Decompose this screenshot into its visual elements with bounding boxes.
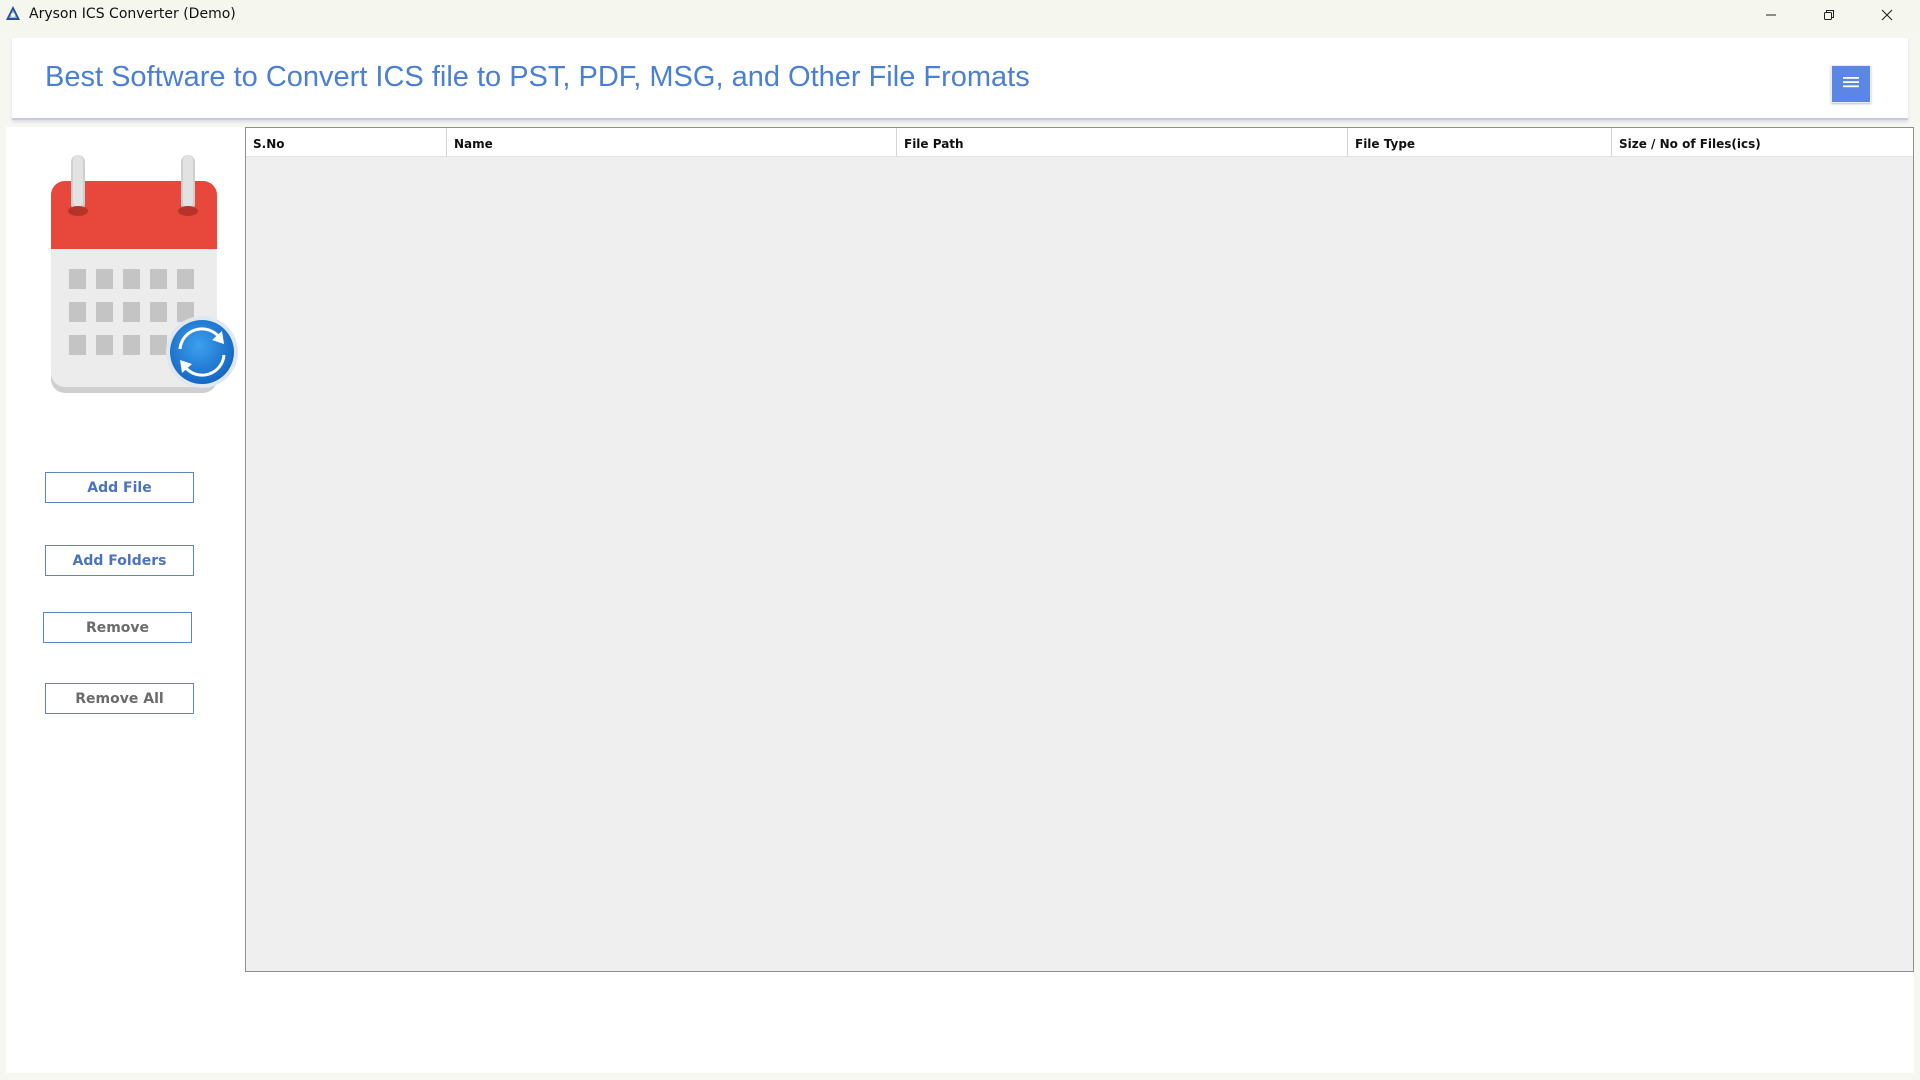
app-window: Aryson ICS Converter (Demo) Best Softwar… <box>0 0 1920 1080</box>
page-title: Best Software to Convert ICS file to PST… <box>45 61 1030 93</box>
close-icon <box>1881 9 1893 21</box>
title-bar: Aryson ICS Converter (Demo) <box>0 0 1920 30</box>
restore-icon <box>1823 9 1835 21</box>
column-header-sno[interactable]: S.No <box>246 128 447 157</box>
column-header-name[interactable]: Name <box>447 128 897 157</box>
main-content: Add File Add Folders Remove Remove All S… <box>6 127 1914 1073</box>
minimize-icon <box>1765 9 1777 21</box>
table-header: S.No Name File Path File Type Size / No … <box>246 128 1913 157</box>
app-logo-icon <box>5 5 21 21</box>
remove-button[interactable]: Remove <box>43 612 192 643</box>
calendar-sync-icon <box>43 151 239 403</box>
menu-button[interactable] <box>1831 65 1871 103</box>
add-file-button[interactable]: Add File <box>45 472 194 503</box>
column-header-file-type[interactable]: File Type <box>1348 128 1612 157</box>
add-folders-button[interactable]: Add Folders <box>45 545 194 576</box>
column-header-file-path[interactable]: File Path <box>897 128 1348 157</box>
header-banner: Best Software to Convert ICS file to PST… <box>12 38 1908 120</box>
file-table[interactable]: S.No Name File Path File Type Size / No … <box>245 127 1914 972</box>
restore-button[interactable] <box>1800 0 1858 30</box>
close-button[interactable] <box>1858 0 1916 30</box>
column-header-size[interactable]: Size / No of Files(ics) <box>1612 128 1913 157</box>
hamburger-menu-icon <box>1843 75 1859 94</box>
remove-all-button[interactable]: Remove All <box>45 683 194 714</box>
minimize-button[interactable] <box>1742 0 1800 30</box>
window-title: Aryson ICS Converter (Demo) <box>29 6 236 22</box>
